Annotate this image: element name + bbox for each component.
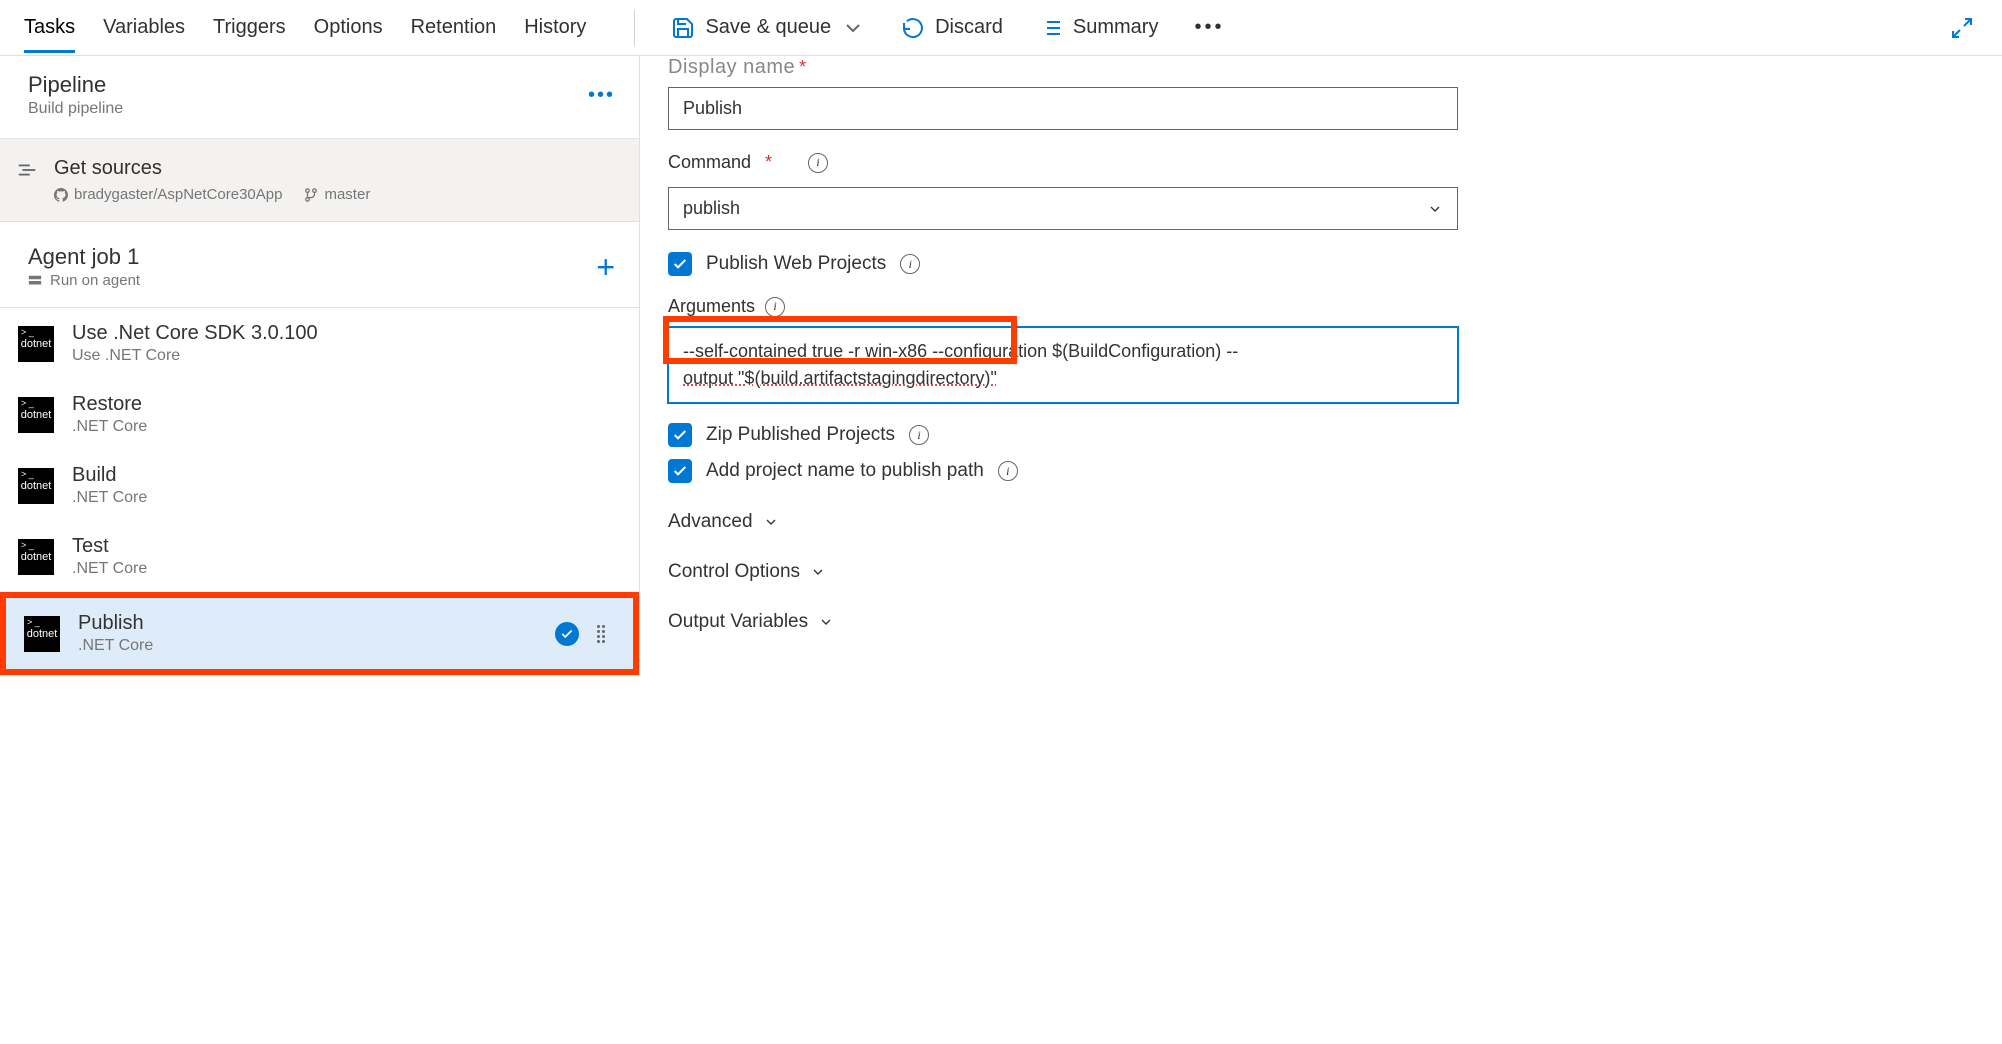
dotnet-icon: dotnet xyxy=(18,468,54,504)
task-subtitle: .NET Core xyxy=(72,560,615,578)
pipeline-title: Pipeline xyxy=(28,72,123,98)
display-name-input[interactable]: Publish xyxy=(668,87,1458,130)
arguments-input[interactable]: --self-contained true -r win-x86 --confi… xyxy=(668,327,1458,403)
agent-icon xyxy=(28,274,42,288)
task-details-panel: Display name* Publish Command * i publis… xyxy=(640,56,2002,675)
tab-triggers[interactable]: Triggers xyxy=(213,2,286,53)
arguments-label: Arguments xyxy=(668,296,755,317)
add-project-checkbox[interactable] xyxy=(668,459,692,483)
info-icon[interactable]: i xyxy=(808,153,828,173)
info-icon[interactable]: i xyxy=(998,461,1018,481)
pipeline-header[interactable]: Pipeline Build pipeline ••• xyxy=(0,56,639,139)
info-icon[interactable]: i xyxy=(765,297,785,317)
task-publish[interactable]: dotnet Publish .NET Core xyxy=(6,598,633,669)
annotation-task-highlight: dotnet Publish .NET Core xyxy=(0,592,639,675)
pipeline-sidebar: Pipeline Build pipeline ••• Get sources … xyxy=(0,56,640,675)
add-project-label: Add project name to publish path xyxy=(706,460,984,482)
discard-button[interactable]: Discard xyxy=(897,10,1007,46)
agent-job-row[interactable]: Agent job 1 Run on agent + xyxy=(0,222,639,308)
add-task-button[interactable]: + xyxy=(596,251,615,283)
task-title: Test xyxy=(72,535,615,558)
top-tabs-bar: Tasks Variables Triggers Options Retenti… xyxy=(0,0,2002,56)
task-use-sdk[interactable]: dotnet Use .Net Core SDK 3.0.100 Use .NE… xyxy=(0,308,639,379)
command-label: Command xyxy=(668,152,751,173)
display-name-label-cut: Display name* xyxy=(668,56,1974,79)
task-restore[interactable]: dotnet Restore .NET Core xyxy=(0,379,639,450)
tab-history[interactable]: History xyxy=(524,2,586,53)
pipeline-more-button[interactable]: ••• xyxy=(588,84,615,107)
save-queue-button[interactable]: Save & queue xyxy=(667,10,869,46)
command-select[interactable]: publish xyxy=(668,187,1458,230)
publish-web-checkbox[interactable] xyxy=(668,252,692,276)
summary-button[interactable]: Summary xyxy=(1035,10,1163,46)
agent-job-title: Agent job 1 xyxy=(28,244,140,270)
task-subtitle: Use .NET Core xyxy=(72,347,615,365)
dotnet-icon: dotnet xyxy=(18,539,54,575)
chevron-down-icon xyxy=(818,614,834,630)
zip-label: Zip Published Projects xyxy=(706,424,895,446)
undo-icon xyxy=(901,16,925,40)
task-subtitle: .NET Core xyxy=(78,637,537,655)
get-sources-title: Get sources xyxy=(54,157,370,180)
get-sources-row[interactable]: Get sources bradygaster/AspNetCore30App … xyxy=(0,139,639,222)
settings-lines-icon xyxy=(16,159,38,181)
publish-web-label: Publish Web Projects xyxy=(706,253,886,275)
zip-checkbox[interactable] xyxy=(668,423,692,447)
task-title: Build xyxy=(72,464,615,487)
task-title: Restore xyxy=(72,393,615,416)
branch-icon xyxy=(304,188,318,202)
chevron-down-icon xyxy=(810,564,826,580)
dotnet-icon: dotnet xyxy=(18,397,54,433)
task-build[interactable]: dotnet Build .NET Core xyxy=(0,450,639,521)
tab-retention[interactable]: Retention xyxy=(411,2,497,53)
summary-label: Summary xyxy=(1073,16,1159,39)
task-title: Publish xyxy=(78,612,537,635)
pipeline-subtitle: Build pipeline xyxy=(28,100,123,118)
control-options-section[interactable]: Control Options xyxy=(668,561,1974,583)
discard-label: Discard xyxy=(935,16,1003,39)
branch-name: master xyxy=(324,186,370,203)
tab-options[interactable]: Options xyxy=(314,2,383,53)
chevron-down-icon xyxy=(763,514,779,530)
tab-variables[interactable]: Variables xyxy=(103,2,185,53)
dotnet-icon: dotnet xyxy=(24,616,60,652)
divider xyxy=(634,10,635,46)
dotnet-icon: dotnet xyxy=(18,326,54,362)
agent-job-subtitle: Run on agent xyxy=(50,272,140,289)
github-icon xyxy=(54,188,68,202)
list-icon xyxy=(1039,16,1063,40)
chevron-down-icon xyxy=(841,16,865,40)
tab-tasks[interactable]: Tasks xyxy=(24,2,75,53)
more-icon: ••• xyxy=(1194,16,1224,39)
task-subtitle: .NET Core xyxy=(72,489,615,507)
repo-name: bradygaster/AspNetCore30App xyxy=(74,186,282,203)
advanced-section[interactable]: Advanced xyxy=(668,511,1974,533)
info-icon[interactable]: i xyxy=(909,425,929,445)
fullscreen-button[interactable] xyxy=(1946,10,1978,46)
more-actions-button[interactable]: ••• xyxy=(1190,10,1228,45)
drag-handle[interactable] xyxy=(597,625,609,643)
info-icon[interactable]: i xyxy=(900,254,920,274)
expand-icon xyxy=(1950,16,1974,40)
chevron-down-icon xyxy=(1427,201,1443,217)
check-icon xyxy=(555,622,579,646)
task-title: Use .Net Core SDK 3.0.100 xyxy=(72,322,615,345)
task-test[interactable]: dotnet Test .NET Core xyxy=(0,521,639,592)
save-queue-label: Save & queue xyxy=(705,16,831,39)
output-variables-section[interactable]: Output Variables xyxy=(668,611,1974,633)
task-subtitle: .NET Core xyxy=(72,418,615,436)
save-icon xyxy=(671,16,695,40)
